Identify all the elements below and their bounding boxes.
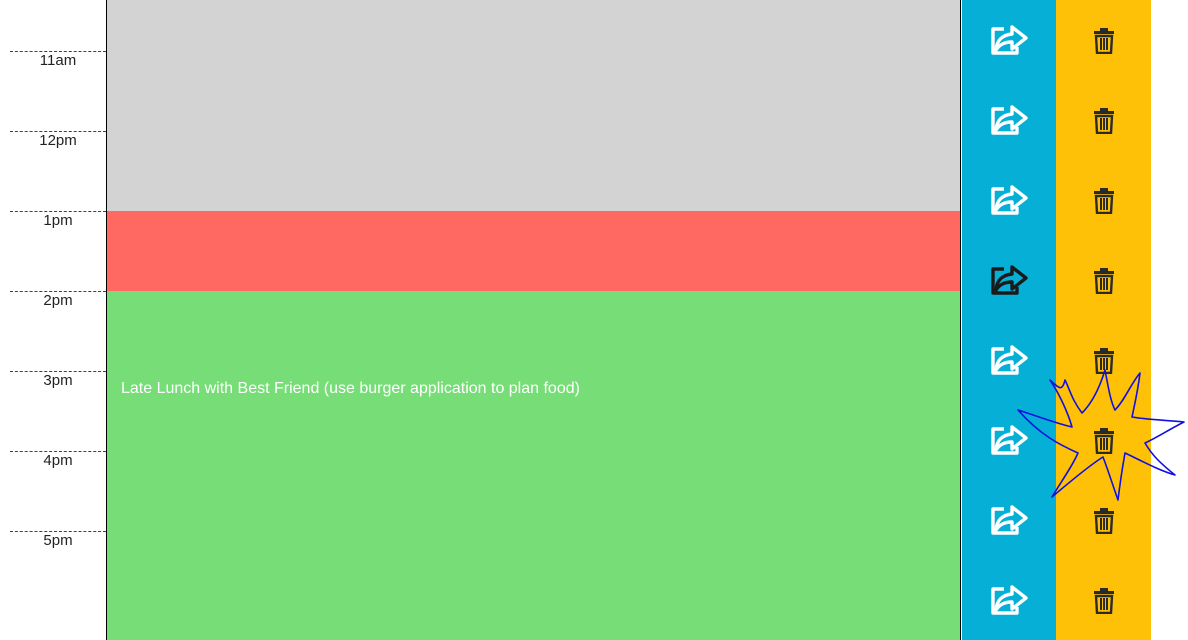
save-button[interactable] (962, 400, 1056, 480)
hour-row-3pm: 3pm (10, 371, 106, 451)
delete-button[interactable] (1056, 0, 1151, 80)
hour-row-11am: 11am (10, 51, 106, 131)
future-hours-block[interactable]: Late Lunch with Best Friend (use burger … (107, 291, 960, 640)
save-button[interactable] (962, 560, 1056, 640)
hour-label: 5pm (43, 532, 73, 549)
delete-buttons-column (1056, 0, 1151, 640)
event-area: Late Lunch with Best Friend (use burger … (106, 0, 961, 640)
hour-label: 11am (39, 52, 77, 69)
trash-icon (1093, 28, 1114, 54)
hour-row-12pm: 12pm (10, 131, 106, 211)
hour-label: 2pm (43, 292, 73, 309)
hour-label: 4pm (43, 452, 73, 469)
trash-icon (1093, 508, 1114, 534)
trash-icon (1093, 108, 1114, 134)
hour-row-4pm: 4pm (10, 451, 106, 531)
save-button[interactable] (962, 0, 1056, 80)
save-buttons-column (962, 0, 1056, 640)
event-description-3pm[interactable]: Late Lunch with Best Friend (use burger … (121, 379, 580, 399)
delete-button[interactable] (1056, 240, 1151, 320)
trash-icon (1093, 188, 1114, 214)
hour-row-1pm: 1pm (10, 211, 106, 291)
trash-icon (1093, 268, 1114, 294)
share-icon (991, 345, 1028, 375)
hour-row-2pm: 2pm (10, 291, 106, 371)
delete-button[interactable] (1056, 160, 1151, 240)
delete-button[interactable] (1056, 560, 1151, 640)
delete-button[interactable] (1056, 480, 1151, 560)
share-icon (991, 425, 1028, 455)
trash-icon (1093, 588, 1114, 614)
delete-button[interactable] (1056, 400, 1151, 480)
delete-button[interactable] (1056, 80, 1151, 160)
share-icon (991, 585, 1028, 615)
hour-label: 3pm (43, 372, 73, 389)
trash-icon (1093, 428, 1114, 454)
delete-button[interactable] (1056, 320, 1151, 400)
save-button[interactable] (962, 80, 1056, 160)
share-icon (991, 185, 1028, 215)
hour-row-5pm: 5pm (10, 531, 106, 611)
save-button[interactable] (962, 320, 1056, 400)
save-button[interactable] (962, 160, 1056, 240)
share-icon (991, 25, 1028, 55)
hour-label: 12pm (39, 132, 77, 149)
share-icon (991, 265, 1028, 295)
share-icon (991, 505, 1028, 535)
trash-icon (1093, 348, 1114, 374)
current-hour-block[interactable] (107, 211, 960, 291)
hour-labels-column: 11am 12pm 1pm 2pm 3pm 4pm 5pm (0, 0, 106, 640)
save-button[interactable] (962, 240, 1056, 320)
save-button[interactable] (962, 480, 1056, 560)
share-icon (991, 105, 1028, 135)
past-hours-block[interactable] (107, 0, 960, 211)
hour-label: 1pm (43, 212, 73, 229)
